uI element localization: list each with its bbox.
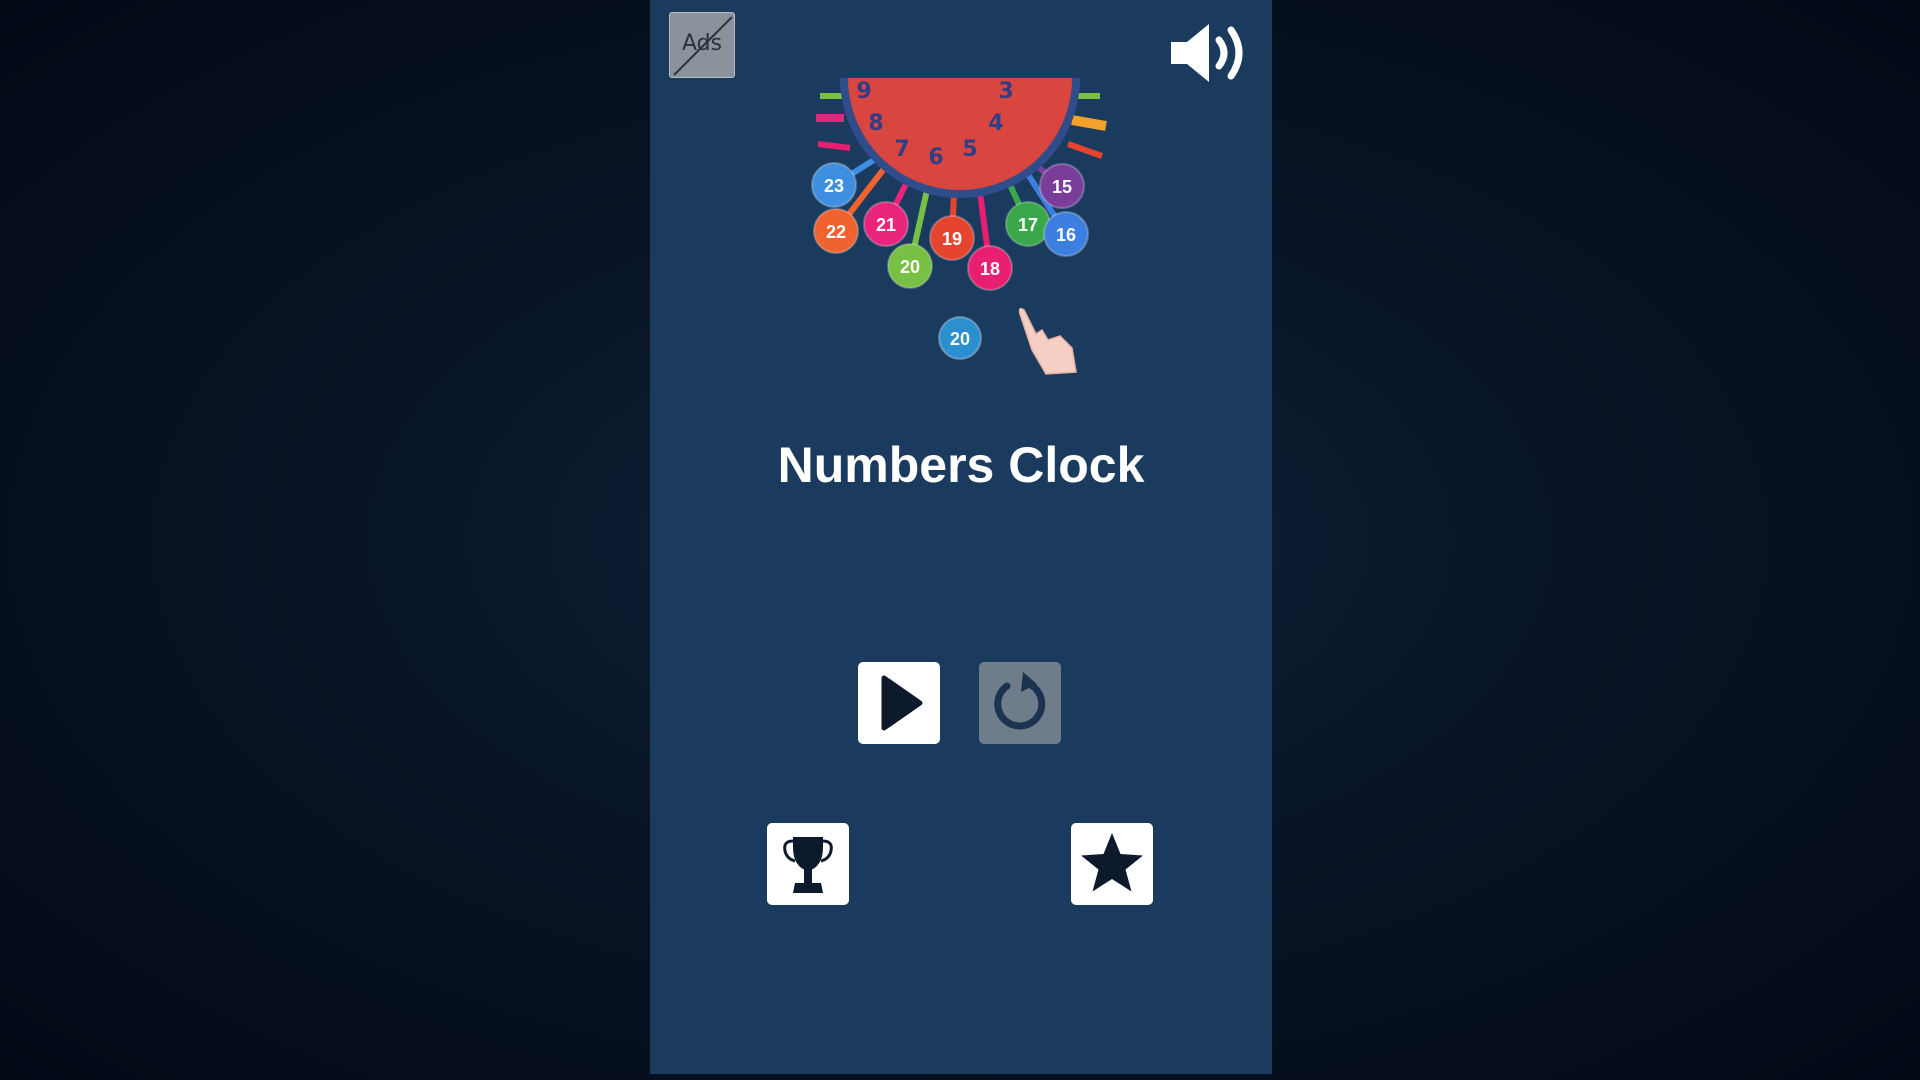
spoke (1071, 115, 1107, 131)
trophy-icon (783, 837, 833, 893)
number-ball: 15 (1039, 163, 1085, 209)
speaker-icon (1171, 24, 1243, 82)
number-ball: 16 (1043, 211, 1089, 257)
ball-label: 15 (1052, 177, 1072, 197)
clock-number: 7 (894, 137, 909, 162)
rate-button[interactable] (1071, 823, 1153, 905)
clock-number: 9 (856, 79, 871, 104)
number-ball: 22 (813, 208, 859, 254)
pointing-hand-icon (1018, 307, 1077, 375)
slash-icon (673, 16, 733, 76)
spoke (817, 141, 851, 151)
ball-label: 18 (980, 259, 1000, 279)
restart-button[interactable] (979, 662, 1061, 744)
ball-label: 22 (826, 222, 846, 242)
clock-number: 8 (868, 111, 883, 136)
clock-number: 4 (988, 111, 1003, 136)
number-ball: 19 (929, 215, 975, 261)
game-title: Numbers Clock (777, 437, 1145, 493)
clock-number: 3 (998, 79, 1013, 104)
game-screen: Ads 9876543 23 22 21 20 19 18 17 16 15 20 Numb (650, 0, 1272, 1074)
ball-label: 19 (942, 229, 962, 249)
remove-ads-button[interactable]: Ads (669, 12, 735, 78)
ball-label: 17 (1018, 215, 1038, 235)
number-ball: 23 (811, 162, 857, 208)
number-ball: 17 (1005, 201, 1051, 247)
next-ball-label: 20 (950, 329, 970, 349)
ball-label: 16 (1056, 225, 1076, 245)
play-button[interactable] (858, 662, 940, 744)
clock-number: 5 (962, 137, 977, 162)
clock-illustration: 9 87 6 54 3 23 22 21 20 19 18 17 16 15 20 (811, 78, 1107, 375)
number-ball: 20 (887, 243, 933, 289)
sound-button[interactable] (1167, 18, 1253, 88)
restart-icon (994, 672, 1046, 730)
play-icon (881, 675, 923, 731)
clock-number: 6 (928, 145, 943, 170)
star-icon (1081, 833, 1143, 892)
ball-label: 23 (824, 176, 844, 196)
ball-label: 20 (900, 257, 920, 277)
number-ball: 18 (967, 245, 1013, 291)
leaderboard-button[interactable] (767, 823, 849, 905)
next-ball: 20 (938, 316, 982, 360)
ball-label: 21 (876, 215, 896, 235)
spoke (1067, 141, 1103, 159)
number-ball: 21 (863, 201, 909, 247)
